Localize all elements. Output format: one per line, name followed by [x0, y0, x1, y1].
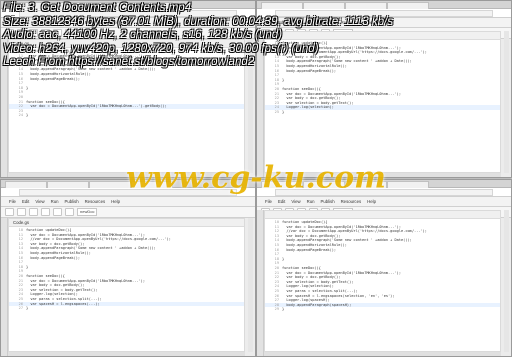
line-text: var doc = DocumentApp.openById('1Rbo7MKH… [26, 104, 167, 109]
line-number: 27 [18, 306, 23, 311]
info-video-line: Video: h264, yuv420p, 1280x720, 974 kb/s… [3, 41, 319, 55]
vertical-scrollbar[interactable] [504, 210, 509, 352]
menu-item-view[interactable]: View [35, 199, 44, 204]
menu-item-edit[interactable]: Edit [278, 199, 285, 204]
menu-item-help[interactable]: Help [367, 199, 376, 204]
save-button[interactable] [41, 208, 50, 216]
screenshot-panel-bottom-left: File Edit View Run Publish Resources Help newDo… [0, 179, 256, 357]
line-text: body.appendPageBreak(); [282, 68, 337, 73]
undo-button[interactable] [5, 208, 14, 216]
menu-item-resources[interactable]: Resources [85, 199, 106, 204]
horizontal-scrollbar[interactable] [8, 352, 245, 356]
info-file-line: File: 3. Get Document Contents.mp4 [3, 1, 192, 14]
indent-button[interactable] [29, 208, 38, 216]
line-number: 24 [18, 113, 23, 118]
menu-bar: File Edit View Run Publish Resources Help [1, 197, 255, 207]
menu-item-file[interactable]: File [9, 199, 16, 204]
line-text: } [26, 85, 29, 90]
file-sidebar [257, 210, 264, 356]
line-text: } [282, 256, 285, 261]
line-text: var spacesH = l.engsapaces(...); [26, 301, 100, 306]
menu-item-resources[interactable]: Resources [341, 199, 362, 204]
code-line: 24} [9, 113, 244, 118]
line-number: 29 [274, 307, 279, 312]
redo-button[interactable] [17, 208, 26, 216]
screenshot-panel-bottom-right: FileEditViewRunPublishResourcesHelpnewDo… [256, 179, 512, 357]
run-button[interactable] [53, 208, 62, 216]
line-text: } [282, 307, 285, 312]
horizontal-scrollbar[interactable] [264, 352, 501, 356]
menu-item-publish[interactable]: Publish [320, 199, 334, 204]
file-sidebar [1, 218, 8, 356]
toolbar: newDoc [1, 207, 255, 218]
line-text: } [282, 109, 285, 114]
line-text: body.appendPageBreak(); [26, 255, 81, 260]
line-text: } [26, 306, 29, 311]
debug-button[interactable] [65, 208, 74, 216]
code-editor[interactable]: Code.gs 10 function updateDoc(){11 var doc… [8, 218, 245, 352]
video-info-overlay: File: 3. Get Document Contents.mp4 Size:… [3, 1, 393, 69]
line-text: body.appendPageBreak(); [282, 247, 337, 252]
browser-tab[interactable] [5, 181, 47, 188]
code-line: 27} [9, 306, 244, 311]
line-number: 25 [274, 109, 279, 114]
vertical-scrollbar[interactable] [248, 218, 253, 352]
file-tab[interactable]: Code.gs [9, 219, 244, 227]
browser-tab[interactable] [47, 181, 89, 188]
function-select[interactable]: newDoc [77, 208, 98, 216]
code-area[interactable]: 10 function updateDoc(){11 var doc = Docu… [265, 219, 500, 312]
menu-item-run[interactable]: Run [307, 199, 315, 204]
vertical-scrollbar[interactable] [504, 31, 509, 173]
line-text: body.appendPageBreak(); [26, 76, 81, 81]
line-text: } [282, 77, 285, 82]
code-line: 29} [265, 307, 500, 312]
menu-item-run[interactable]: Run [51, 199, 59, 204]
menu-item-publish[interactable]: Publish [64, 199, 78, 204]
browser-tab[interactable] [89, 181, 131, 188]
info-audio-line: Audio: aac, 44100 Hz, 2 channels, s16, 1… [3, 28, 283, 42]
info-leech-line: Leech From https://sanet.st/blogs/tomorr… [3, 55, 255, 69]
code-line: 25} [265, 110, 500, 115]
file-tab[interactable] [265, 211, 500, 219]
menu-item-view[interactable]: View [291, 199, 300, 204]
line-text: } [26, 113, 29, 118]
menu-bar: File Edit View Run Publish Resources Help [257, 197, 511, 207]
line-text: Logger.log(selection); [282, 105, 334, 110]
code-editor[interactable]: 10 function updateDoc(){11 var doc = Docu… [264, 210, 501, 352]
menu-item-file[interactable]: File [265, 199, 272, 204]
line-text: body.appendParagraph(spacesH); [282, 302, 352, 307]
info-size-line: Size: 38812346 bytes (37.01 MiB), durati… [3, 14, 394, 28]
menu-item-edit[interactable]: Edit [22, 199, 29, 204]
code-area[interactable]: 10 function updateDoc(){11 var doc = Docu… [9, 227, 244, 311]
menu-item-help[interactable]: Help [111, 199, 120, 204]
browser-tab[interactable] [387, 2, 429, 9]
line-text: } [26, 264, 29, 269]
watermark: www.cg-ku.com [126, 160, 386, 196]
browser-tab[interactable] [387, 181, 429, 188]
